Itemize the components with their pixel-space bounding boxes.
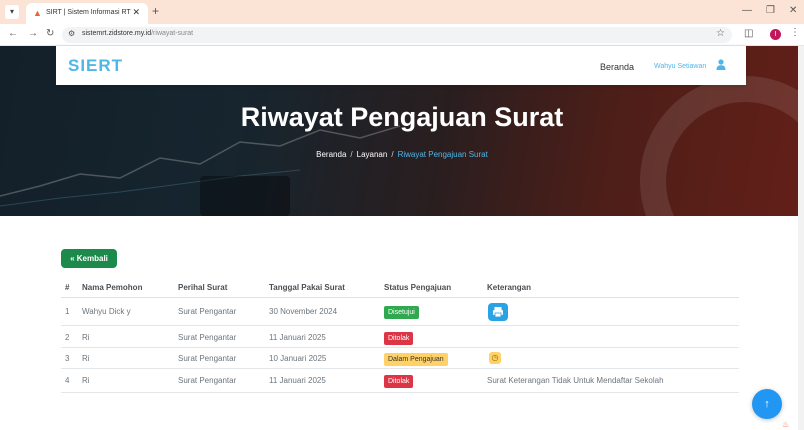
scroll-top-button[interactable]: ↑ [752,389,782,419]
reload-icon[interactable]: ↻ [46,28,54,40]
profile-avatar[interactable]: I [770,29,781,40]
cell-nama: Wahyu Dick y [82,307,131,316]
browser-tab[interactable]: ▲ SIRT | Sistem Informasi RT ✕ [26,3,148,24]
url-field[interactable]: ⚙ sistemrt.zidstore.my.id/riwayat-surat [62,27,732,43]
cell-nama: Ri [82,354,90,363]
cell-no: 2 [65,333,70,342]
cell-perihal: Surat Pengantar [178,354,237,363]
breadcrumb-home[interactable]: Beranda [316,150,346,159]
table-row: 1 Wahyu Dick y Surat Pengantar 30 Novemb… [61,298,739,326]
browser-tab-bar: ▾ ▲ SIRT | Sistem Informasi RT ✕ + — ❐ ✕ [0,0,804,24]
table-row: 2 Ri Surat Pengantar 11 Januari 2025 Dit… [61,326,739,348]
back-arrow-icon[interactable]: ← [8,28,18,40]
header-keterangan: Keterangan [487,283,532,292]
cell-tanggal: 10 Januari 2025 [269,354,327,363]
cell-no: 3 [65,354,70,363]
table-row: 3 Ri Surat Pengantar 10 Januari 2025 Dal… [61,348,739,369]
header-perihal: Perihal Surat [178,283,228,292]
table-header: # Nama Pemohon Perihal Surat Tanggal Pak… [61,280,739,298]
back-button[interactable]: « Kembali [61,249,117,268]
header-no: # [65,283,70,292]
tab-title: SIRT | Sistem Informasi RT [46,9,131,16]
browser-menu-icon[interactable]: ⋮ [790,27,800,38]
cell-tanggal: 30 November 2024 [269,307,338,316]
page-scrollbar[interactable] [798,46,804,430]
tab-close-icon[interactable]: ✕ [132,7,140,18]
status-badge: Ditolak [384,332,414,345]
url-text: sistemrt.zidstore.my.id/riwayat-surat [82,30,194,37]
breadcrumb-current: Riwayat Pengajuan Surat [397,150,488,159]
nav-user-name[interactable]: Wahyu Setiawan [654,63,706,70]
page-title: Riwayat Pengajuan Surat [240,102,564,132]
cell-tanggal: 11 Januari 2025 [269,376,326,385]
window-close-icon[interactable]: ✕ [789,5,797,17]
tab-search-icon[interactable]: ▾ [5,5,19,19]
print-button[interactable] [488,303,508,321]
nav-link-beranda[interactable]: Beranda [600,62,634,72]
minimize-icon[interactable]: — [742,5,752,17]
forward-arrow-icon[interactable]: → [28,28,38,40]
site-logo[interactable]: SIERT [68,56,123,76]
address-bar: ← → ↻ ⚙ sistemrt.zidstore.my.id/riwayat-… [0,24,804,46]
status-badge: Dalam Pengajuan [384,353,448,366]
header-nama: Nama Pemohon [82,283,143,292]
site-settings-icon[interactable]: ⚙ [68,29,75,38]
cell-perihal: Surat Pengantar [178,333,237,342]
arrow-up-icon: ↑ [764,398,770,410]
cell-no: 4 [65,376,70,385]
print-icon [493,307,503,318]
cell-nama: Ri [82,333,90,342]
breadcrumb: Beranda / Layanan / Riwayat Pengajuan Surat [316,150,488,159]
restore-icon[interactable]: ❐ [766,5,775,17]
flame-icon: ♨ [782,420,790,429]
status-badge: Ditolak [384,375,414,388]
cell-no: 1 [65,307,70,316]
bookmark-star-icon[interactable]: ☆ [716,28,725,39]
user-icon[interactable] [716,59,726,70]
cell-tanggal: 11 Januari 2025 [269,333,326,342]
clock-icon: ◷ [489,352,501,364]
header-status: Status Pengajuan [384,283,452,292]
cell-nama: Ri [82,376,90,385]
breadcrumb-layanan[interactable]: Layanan [357,150,388,159]
cell-keterangan: Surat Keterangan Tidak Untuk Mendaftar S… [487,376,664,385]
table-row: 4 Ri Surat Pengantar 11 Januari 2025 Dit… [61,369,739,393]
cell-perihal: Surat Pengantar [178,307,237,316]
favicon-icon: ▲ [33,8,42,18]
status-badge: Disetujui [384,306,419,319]
header-tanggal: Tanggal Pakai Surat [269,283,345,292]
extensions-icon[interactable]: ◫ [744,28,753,39]
site-navbar: SIERT Beranda Wahyu Setiawan [56,46,746,85]
cell-perihal: Surat Pengantar [178,376,237,385]
new-tab-icon[interactable]: + [152,5,159,17]
